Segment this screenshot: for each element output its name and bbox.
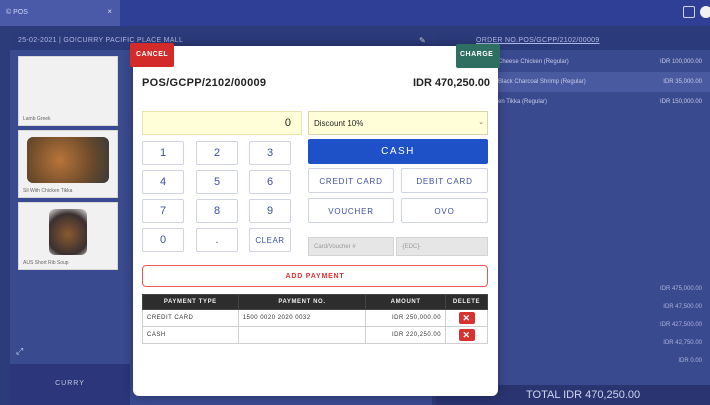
ovo-button[interactable]: OVO [401,198,488,223]
column-header: PAYMENT NO. [237,294,367,310]
payment-amount-cell: IDR 220,250.00 [365,326,447,344]
keypad-8[interactable]: 8 [196,199,238,223]
discount-select[interactable]: Discount 10% ⌄ [308,111,488,135]
chevron-down-icon: ⌄ [478,119,484,126]
column-header: AMOUNT [365,294,447,310]
summary-value: IDR 427,500.00 [659,322,702,328]
table-row: CASH IDR 220,250.00 ✕ [142,326,488,344]
keypad-1[interactable]: 1 [142,141,184,165]
keypad-7[interactable]: 7 [142,199,184,223]
keypad-0[interactable]: 0 [142,228,184,252]
edit-icon[interactable]: ✎ [419,36,426,45]
order-item-name: en Tikka (Regular) [498,99,548,105]
delete-payment-button[interactable]: ✕ [458,312,475,324]
payment-no-cell [237,326,367,344]
delete-cell: ✕ [445,326,488,344]
payment-table: PAYMENT TYPE PAYMENT NO. AMOUNT DELETE C… [142,294,488,344]
menu-item-card[interactable]: AUS Short Rib Soup [18,202,118,270]
menu-item-label: Lamb Greek [23,116,51,122]
column-header: PAYMENT TYPE [142,294,239,310]
column-header: DELETE [445,294,488,310]
keypad-decimal[interactable]: . [196,228,238,252]
screen-icon[interactable] [683,6,695,18]
summary-value: IDR 0.00 [678,358,702,364]
table-row: CREDIT CARD 1500 0020 2020 0032 IDR 250,… [142,309,488,327]
order-item-price: IDR 150,000.00 [659,99,702,105]
menu-item-card[interactable]: Sil With Chicken Tikka [18,130,118,198]
debit-card-button[interactable]: DEBIT CARD [401,168,488,193]
discount-selected-value: Discount 10% [314,119,364,128]
keypad-5[interactable]: 5 [196,170,238,194]
delete-cell: ✕ [445,309,488,327]
payment-amount-cell: IDR 250,000.00 [365,309,447,327]
keypad-6[interactable]: 6 [249,170,291,194]
app-topbar: © POS × [0,0,710,26]
order-item-name: Cheese Chicken (Regular) [498,59,569,65]
amount-input[interactable]: 0 [142,111,302,135]
order-item-price: IDR 35,000.00 [663,79,702,85]
payment-type-cell: CASH [142,326,239,344]
menu-item-card[interactable]: Lamb Greek [18,56,118,126]
keypad-2[interactable]: 2 [196,141,238,165]
payment-modal: CANCEL CHARGE POS/GCPP/2102/00009 IDR 47… [130,43,500,396]
modal-order-total: IDR 470,250.00 [412,77,490,89]
summary-value: IDR 475,000.00 [659,286,702,292]
expand-icon[interactable]: ⤢ [16,346,23,357]
menu-item-label: Sil With Chicken Tikka [23,188,73,194]
menu-item-photo [49,209,87,255]
keypad-clear[interactable]: CLEAR [249,228,291,252]
add-payment-button[interactable]: ADD PAYMENT [142,265,488,287]
summary-value: IDR 42,750.00 [663,340,702,346]
credit-card-button[interactable]: CREDIT CARD [308,168,394,193]
window-tab[interactable]: © POS × [0,0,120,26]
payment-table-header: PAYMENT TYPE PAYMENT NO. AMOUNT DELETE [142,294,488,310]
delete-payment-button[interactable]: ✕ [458,329,475,341]
payment-type-cell: CREDIT CARD [142,309,239,327]
charge-button[interactable]: CHARGE [456,44,500,68]
category-tab-curry[interactable]: CURRY [10,364,130,405]
edc-select[interactable]: -[EDC]- [396,237,488,256]
summary-value: IDR 47,500.00 [663,304,702,310]
window-tab-label: © POS [6,9,28,16]
keypad-3[interactable]: 3 [249,141,291,165]
menu-item-label: AUS Short Rib Soup [23,260,69,266]
close-icon: ✕ [462,313,471,323]
menu-item-photo [27,137,109,183]
order-item-name: Black Charcoal Shrimp (Regular) [498,79,586,85]
modal-order-number: POS/GCPP/2102/00009 [142,77,267,89]
voucher-button[interactable]: VOUCHER [308,198,394,223]
cancel-button[interactable]: CANCEL [130,43,174,67]
cash-button[interactable]: CASH [308,139,488,164]
close-icon: ✕ [462,330,471,340]
user-avatar-icon[interactable] [700,6,710,18]
keypad-4[interactable]: 4 [142,170,184,194]
keypad-9[interactable]: 9 [249,199,291,223]
card-voucher-number-input[interactable]: Card/Voucher # [308,237,394,256]
payment-no-cell: 1500 0020 2020 0032 [237,309,367,327]
order-item-price: IDR 100,000.00 [659,59,702,65]
tab-close-icon[interactable]: × [107,7,112,16]
